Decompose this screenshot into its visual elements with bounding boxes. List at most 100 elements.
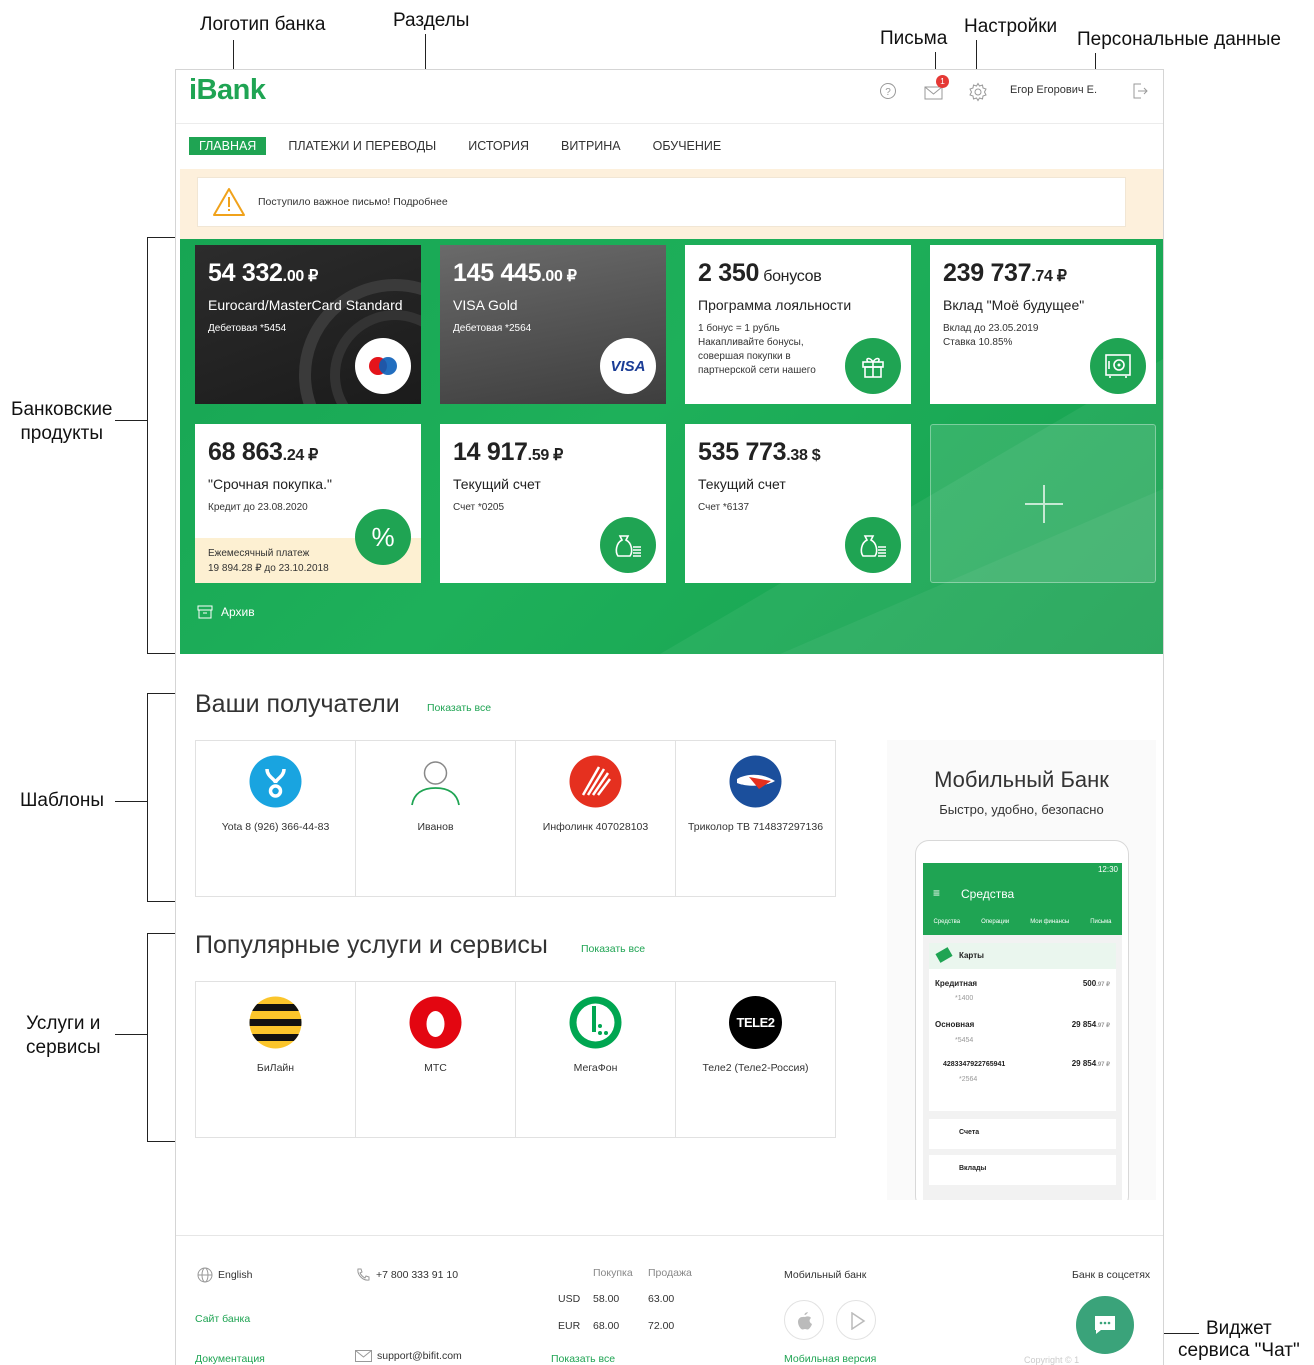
service-tile[interactable]: TELE2 Теле2 (Теле2-Россия)	[675, 981, 836, 1138]
nav-learning[interactable]: ОБУЧЕНИЕ	[653, 139, 722, 153]
promo-subtitle: Быстро, удобно, безопасно	[939, 802, 1104, 817]
product-card-loyalty[interactable]: 2 350 бонусов Программа лояльности 1 бон…	[685, 245, 911, 404]
phone-mockup: 12:30 ≡ Средства Средства Операции Мои фин…	[915, 840, 1129, 1200]
apple-icon	[798, 1312, 812, 1330]
yota-icon	[249, 755, 302, 808]
service-tile[interactable]: БиЛайн	[195, 981, 356, 1138]
nav-main[interactable]: ГЛАВНАЯ	[189, 137, 267, 155]
phone-row-num: *5454	[955, 1037, 974, 1044]
bank-logo[interactable]: iBank	[189, 74, 266, 107]
product-card-credit[interactable]: 68 863.24 ₽ "Срочная покупка." Кредит до…	[195, 424, 421, 583]
recipient-tile[interactable]: Триколор ТВ 714837297136	[675, 740, 836, 897]
mail-icon[interactable]: 1	[924, 75, 949, 106]
mobile-version-link[interactable]: Мобильная версия	[784, 1353, 876, 1365]
phone-icon	[357, 1268, 370, 1281]
nav-showcase[interactable]: ВИТРИНА	[561, 139, 621, 153]
recipient-tile[interactable]: Yota 8 (926) 366-44-83	[195, 740, 356, 897]
card-title: Текущий счет	[698, 476, 786, 492]
recipient-tile[interactable]: Инфолинк 407028103	[515, 740, 676, 897]
recipient-label: Инфолинк 407028103	[542, 821, 649, 833]
annotation-products: Банковские продукты	[11, 399, 113, 444]
svg-text:?: ?	[885, 87, 891, 98]
logout-icon[interactable]	[1131, 82, 1149, 105]
settings-gear-icon[interactable]	[968, 82, 988, 107]
user-name[interactable]: Егор Егорович Е.	[1010, 84, 1097, 96]
alert-banner[interactable]: Поступило важное письмо! Подробнее	[197, 177, 1126, 227]
phone-row-name: 4283347922765941	[943, 1061, 1006, 1068]
rates-sell-header: Продажа	[648, 1267, 692, 1279]
card-amount-cents: .00 ₽	[541, 268, 577, 285]
annotation-chat: Виджет сервиса "Чат"	[1178, 1318, 1300, 1361]
archive-icon	[197, 605, 213, 619]
phone-accounts: Счета	[959, 1129, 980, 1136]
add-product-button[interactable]	[930, 424, 1156, 583]
alert-zone: Поступило важное письмо! Подробнее	[180, 169, 1163, 239]
warning-icon	[213, 188, 245, 216]
money-bag-icon	[845, 517, 901, 573]
recipient-tile[interactable]: Иванов	[355, 740, 516, 897]
archive-link[interactable]: Архив	[197, 605, 255, 619]
rates-show-all[interactable]: Показать все	[551, 1353, 615, 1365]
site-link[interactable]: Сайт банка	[195, 1313, 250, 1325]
service-tile[interactable]: МегаФон	[515, 981, 676, 1138]
product-card-mastercard[interactable]: 54 332.00 ₽ Eurocard/MasterCard Standard…	[195, 245, 421, 404]
card-sub: Счет *6137	[698, 502, 750, 513]
product-card-account-usd[interactable]: 535 773.38 $ Текущий счет Счет *6137	[685, 424, 911, 583]
recipient-label: Yota 8 (926) 366-44-83	[221, 821, 330, 833]
chat-widget-button[interactable]	[1076, 1296, 1134, 1354]
service-tile[interactable]: МТС	[355, 981, 516, 1138]
mail-badge: 1	[936, 75, 949, 88]
recipients-show-all[interactable]: Показать все	[427, 702, 491, 714]
infolink-icon	[569, 755, 622, 808]
annotation-logo: Логотип банка	[200, 14, 326, 35]
apple-store-button[interactable]	[784, 1300, 824, 1340]
archive-label: Архив	[221, 605, 255, 619]
card-title: Вклад "Моё будущее"	[943, 297, 1085, 313]
product-card-deposit[interactable]: 239 737.74 ₽ Вклад "Моё будущее" Вклад д…	[930, 245, 1156, 404]
mobile-bank-label: Мобильный банк	[784, 1269, 867, 1281]
rate-currency: EUR	[558, 1320, 581, 1332]
card-title: Текущий счет	[453, 476, 541, 492]
card-amount-cents: .00 ₽	[282, 268, 319, 285]
card-sub: Вклад до 23.05.2019 Ставка 10.85%	[943, 323, 1039, 348]
card-amount-cents: бонусов	[759, 268, 822, 285]
card-amount-cents: .38 $	[786, 447, 821, 464]
card-amount: 145 445	[453, 259, 542, 287]
help-icon[interactable]: ?	[879, 82, 897, 105]
docs-link[interactable]: Документация	[195, 1353, 265, 1365]
mts-icon	[409, 996, 462, 1049]
phone-time: 12:30	[1097, 865, 1118, 874]
rate-sell: 63.00	[648, 1293, 675, 1305]
copyright: Copyright © 1	[1024, 1355, 1080, 1365]
card-amount: 535 773	[698, 438, 787, 466]
app-window: iBank ? 1 Егор Егорович Е. ГЛАВНАЯ ПЛАТЕ…	[175, 69, 1164, 1365]
social-label: Банк в соцсетях	[1072, 1269, 1151, 1281]
annotation-letters: Письма	[880, 28, 948, 49]
plus-icon	[1025, 485, 1063, 523]
megafon-icon	[569, 996, 622, 1049]
card-amount: 14 917	[453, 438, 528, 466]
phone-contact[interactable]: +7 800 333 91 10	[355, 1267, 458, 1283]
card-sub: Счет *0205	[453, 502, 505, 513]
services-show-all[interactable]: Показать все	[581, 943, 645, 955]
service-label: Теле2 (Теле2-Россия)	[702, 1062, 809, 1074]
card-title: "Срочная покупка."	[208, 476, 332, 492]
email-contact[interactable]: support@bifit.com	[355, 1350, 462, 1362]
main-nav: ГЛАВНАЯ ПЛАТЕЖИ И ПЕРЕВОДЫ ИСТОРИЯ ВИТРИ…	[189, 137, 753, 155]
google-play-button[interactable]	[836, 1300, 876, 1340]
annotation-services: Услуги и сервисы	[26, 1013, 101, 1058]
service-label: МТС	[424, 1062, 447, 1074]
beeline-icon	[249, 996, 302, 1049]
nav-history[interactable]: ИСТОРИЯ	[468, 139, 529, 153]
annotation-sections: Разделы	[393, 10, 470, 31]
card-sub: Кредит до 23.08.2020	[208, 502, 308, 513]
services-title: Популярные услуги и сервисы	[195, 931, 548, 959]
phone-cards-section: Карты	[959, 951, 984, 960]
rate-currency: USD	[558, 1293, 581, 1305]
mobile-bank-promo[interactable]: Мобильный Банк Быстро, удобно, безопасно…	[887, 740, 1156, 1200]
product-card-visa[interactable]: 145 445.00 ₽ VISA Gold Дебетовая *2564 V…	[440, 245, 666, 404]
safe-icon	[1090, 338, 1146, 394]
nav-payments[interactable]: ПЛАТЕЖИ И ПЕРЕВОДЫ	[288, 139, 436, 153]
product-card-account-rub[interactable]: 14 917.59 ₽ Текущий счет Счет *0205	[440, 424, 666, 583]
language-switch[interactable]: English	[197, 1267, 252, 1283]
